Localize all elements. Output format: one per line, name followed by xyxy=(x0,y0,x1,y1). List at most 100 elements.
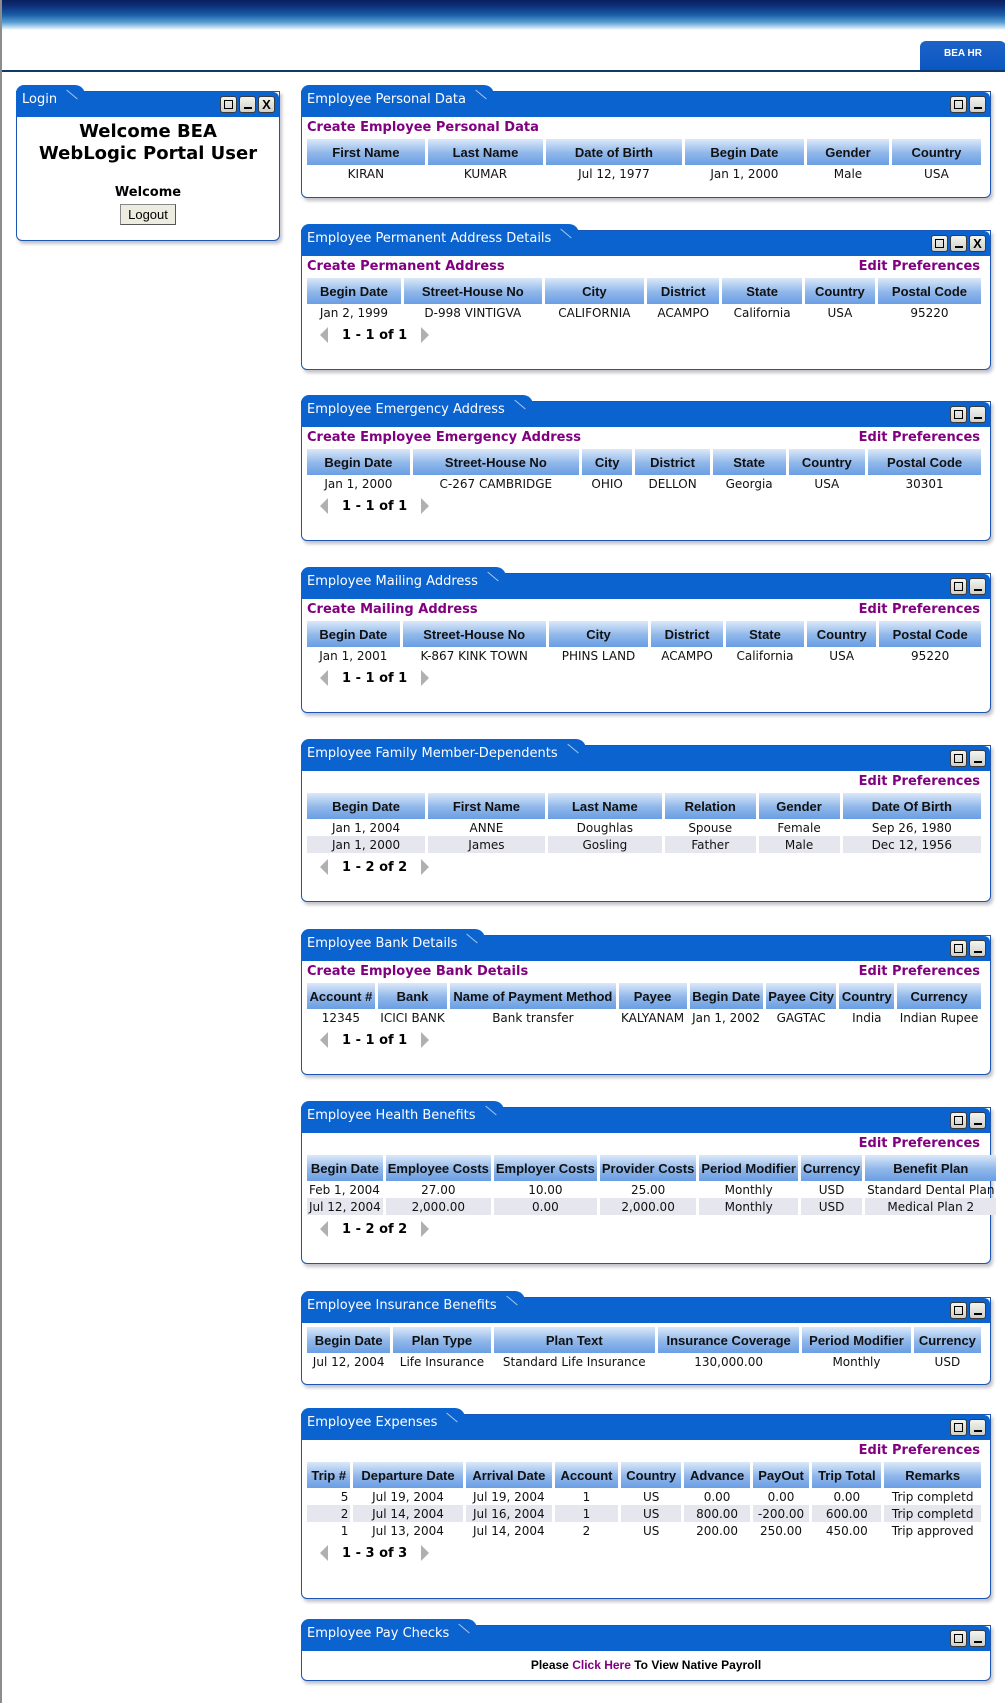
column-header[interactable]: Gender xyxy=(758,793,840,819)
column-header[interactable]: Country xyxy=(620,1462,682,1488)
logout-button[interactable]: Logout xyxy=(120,204,176,225)
column-header[interactable]: Country xyxy=(891,139,981,165)
column-header[interactable]: First Name xyxy=(307,139,425,165)
next-page-icon[interactable] xyxy=(421,1032,430,1048)
maximize-icon[interactable] xyxy=(950,940,967,957)
previous-page-icon[interactable] xyxy=(320,670,328,686)
column-header[interactable]: District xyxy=(651,621,723,647)
column-header[interactable]: Postal Code xyxy=(877,278,981,304)
column-header[interactable]: Begin Date xyxy=(684,139,805,165)
maximize-icon[interactable] xyxy=(950,1112,967,1129)
edit-preferences-link[interactable]: Edit Preferences xyxy=(859,1136,980,1151)
column-header[interactable]: Departure Date xyxy=(353,1462,463,1488)
column-header[interactable]: Relation xyxy=(664,793,756,819)
minimize-icon[interactable] xyxy=(969,1419,986,1436)
minimize-icon[interactable] xyxy=(950,235,967,252)
column-header[interactable]: City xyxy=(548,621,649,647)
minimize-icon[interactable] xyxy=(969,940,986,957)
column-header[interactable]: Country xyxy=(839,983,895,1009)
column-header[interactable]: Benefit Plan xyxy=(865,1155,997,1181)
column-header[interactable]: Employee Costs xyxy=(385,1155,491,1181)
column-header[interactable]: District xyxy=(635,449,710,475)
column-header[interactable]: First Name xyxy=(428,793,545,819)
column-header[interactable]: Country xyxy=(804,278,875,304)
edit-preferences-link[interactable]: Edit Preferences xyxy=(859,1443,980,1458)
column-header[interactable]: State xyxy=(725,621,805,647)
column-header[interactable]: Country xyxy=(788,449,866,475)
previous-page-icon[interactable] xyxy=(320,1032,328,1048)
column-header[interactable]: Date Of Birth xyxy=(842,793,981,819)
previous-page-icon[interactable] xyxy=(320,498,328,514)
close-icon[interactable]: X xyxy=(258,96,275,113)
next-page-icon[interactable] xyxy=(421,498,430,514)
previous-page-icon[interactable] xyxy=(320,859,328,875)
column-header[interactable]: Plan Text xyxy=(493,1327,656,1353)
previous-page-icon[interactable] xyxy=(320,1545,328,1561)
minimize-icon[interactable] xyxy=(969,1112,986,1129)
column-header[interactable]: Date of Birth xyxy=(546,139,682,165)
column-header[interactable]: Trip Total xyxy=(812,1462,882,1488)
minimize-icon[interactable] xyxy=(239,96,256,113)
previous-page-icon[interactable] xyxy=(320,327,328,343)
next-page-icon[interactable] xyxy=(421,859,430,875)
column-header[interactable]: Street-House No xyxy=(412,449,579,475)
maximize-icon[interactable] xyxy=(950,750,967,767)
column-header[interactable]: Last Name xyxy=(427,139,544,165)
maximize-icon[interactable] xyxy=(220,96,237,113)
minimize-icon[interactable] xyxy=(969,578,986,595)
column-header[interactable]: Provider Costs xyxy=(599,1155,697,1181)
column-header[interactable]: Bank xyxy=(377,983,448,1009)
create-link[interactable]: Create Employee Personal Data xyxy=(307,120,539,135)
edit-preferences-link[interactable]: Edit Preferences xyxy=(859,964,980,979)
column-header[interactable]: Account xyxy=(555,1462,618,1488)
column-header[interactable]: Employer Costs xyxy=(493,1155,597,1181)
maximize-icon[interactable] xyxy=(950,1302,967,1319)
column-header[interactable]: Period Modifier xyxy=(802,1327,911,1353)
create-link[interactable]: Create Mailing Address xyxy=(307,602,478,617)
column-header[interactable]: State xyxy=(712,449,786,475)
column-header[interactable]: Insurance Coverage xyxy=(658,1327,800,1353)
maximize-icon[interactable] xyxy=(950,1630,967,1647)
column-header[interactable]: Advance xyxy=(684,1462,750,1488)
column-header[interactable]: Name of Payment Method xyxy=(450,983,616,1009)
column-header[interactable]: Account # xyxy=(307,983,375,1009)
next-page-icon[interactable] xyxy=(421,327,430,343)
column-header[interactable]: City xyxy=(581,449,633,475)
minimize-icon[interactable] xyxy=(969,750,986,767)
minimize-icon[interactable] xyxy=(969,96,986,113)
edit-preferences-link[interactable]: Edit Preferences xyxy=(859,774,980,789)
column-header[interactable]: Gender xyxy=(807,139,889,165)
column-header[interactable]: Last Name xyxy=(547,793,662,819)
close-icon[interactable]: X xyxy=(969,235,986,252)
column-header[interactable]: Plan Type xyxy=(393,1327,491,1353)
column-header[interactable]: City xyxy=(544,278,644,304)
create-link[interactable]: Create Employee Emergency Address xyxy=(307,430,581,445)
column-header[interactable]: Trip # xyxy=(307,1462,351,1488)
column-header[interactable]: Payee City xyxy=(765,983,837,1009)
column-header[interactable]: Begin Date xyxy=(689,983,763,1009)
maximize-icon[interactable] xyxy=(931,235,948,252)
column-header[interactable]: Period Modifier xyxy=(699,1155,798,1181)
create-link[interactable]: Create Employee Bank Details xyxy=(307,964,528,979)
column-header[interactable]: Postal Code xyxy=(879,621,981,647)
column-header[interactable]: Begin Date xyxy=(307,793,426,819)
click-here-link[interactable]: Click Here xyxy=(572,1658,631,1672)
edit-preferences-link[interactable]: Edit Preferences xyxy=(859,602,980,617)
minimize-icon[interactable] xyxy=(969,1630,986,1647)
next-page-icon[interactable] xyxy=(421,1221,430,1237)
column-header[interactable]: Begin Date xyxy=(307,449,410,475)
column-header[interactable]: Arrival Date xyxy=(465,1462,553,1488)
column-header[interactable]: Postal Code xyxy=(868,449,981,475)
maximize-icon[interactable] xyxy=(950,1419,967,1436)
column-header[interactable]: PayOut xyxy=(752,1462,810,1488)
maximize-icon[interactable] xyxy=(950,96,967,113)
column-header[interactable]: Currency xyxy=(800,1155,863,1181)
column-header[interactable]: Begin Date xyxy=(307,1155,383,1181)
column-header[interactable]: Remarks xyxy=(884,1462,981,1488)
column-header[interactable]: Currency xyxy=(913,1327,981,1353)
edit-preferences-link[interactable]: Edit Preferences xyxy=(859,430,980,445)
column-header[interactable]: Begin Date xyxy=(307,278,401,304)
minimize-icon[interactable] xyxy=(969,1302,986,1319)
column-header[interactable]: Currency xyxy=(897,983,981,1009)
column-header[interactable]: District xyxy=(647,278,720,304)
